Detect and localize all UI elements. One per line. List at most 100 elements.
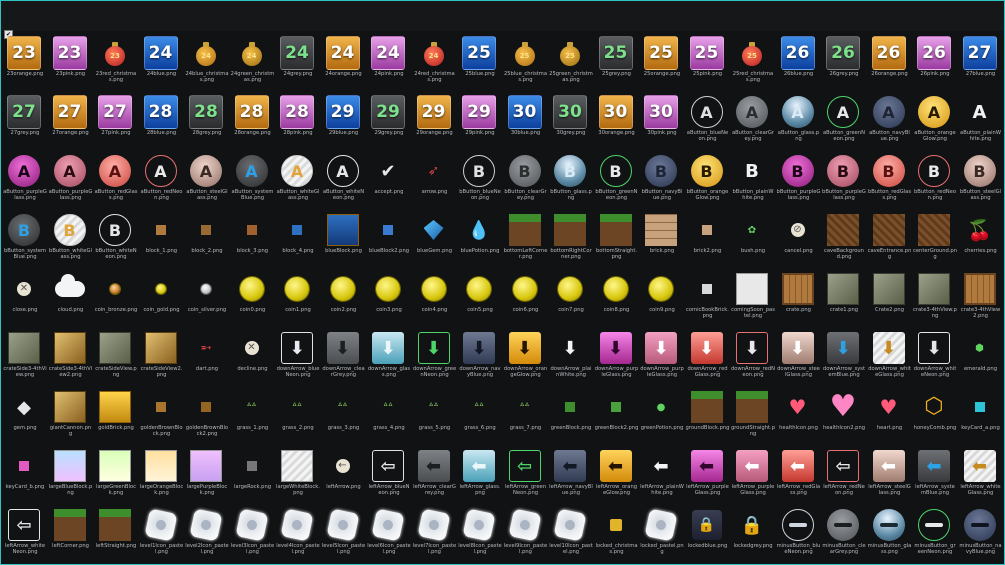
file-thumbnail-item[interactable]: block_1.png xyxy=(139,209,185,268)
file-thumbnail-item[interactable]: 30 30pink.png xyxy=(639,91,685,150)
file-thumbnail-item[interactable]: ← leftArrow.png xyxy=(321,445,367,504)
file-thumbnail-item[interactable]: BbButton_blueNeon.png xyxy=(457,150,503,209)
file-thumbnail-item[interactable]: keyCard_a.png xyxy=(958,386,1004,445)
file-thumbnail-item[interactable]: 24 24blue_christmas.png xyxy=(184,32,230,91)
file-thumbnail-item[interactable]: ⬅ leftArrow_systemBlue.png xyxy=(912,445,958,504)
file-thumbnail-item[interactable]: level2Icon_pastel.png xyxy=(184,504,230,563)
file-thumbnail-item[interactable]: ⬅ leftArrow_clearGrey.png xyxy=(412,445,458,504)
file-thumbnail-item[interactable]: 24 24blue.png xyxy=(139,32,185,91)
file-thumbnail-item[interactable]: centerGround.png xyxy=(912,209,958,268)
file-thumbnail-item[interactable]: ✕ decline.png xyxy=(230,327,276,386)
file-thumbnail-item[interactable]: 30 30blue.png xyxy=(503,91,549,150)
file-thumbnail-item[interactable]: 25 25blue.png xyxy=(457,32,503,91)
file-thumbnail-item[interactable]: 🍒 cherries.png xyxy=(958,209,1004,268)
file-thumbnail-item[interactable]: BbButton_whiteNeon.png xyxy=(93,209,139,268)
file-thumbnail-item[interactable]: ᐞᐞ grass_6.png xyxy=(457,386,503,445)
file-thumbnail-item[interactable]: BbButton_purpleGlass.png xyxy=(821,150,867,209)
file-thumbnail-item[interactable]: ⬅ leftArrow_steelGlass.png xyxy=(867,445,913,504)
file-thumbnail-item[interactable]: crate3-4thView.png xyxy=(912,268,958,327)
file-thumbnail-item[interactable]: 25 25blue_christmas.png xyxy=(503,32,549,91)
file-thumbnail-item[interactable]: AaButton_navyBlue.png xyxy=(867,91,913,150)
file-thumbnail-item[interactable]: 🔒 lockedgrey.png xyxy=(730,504,776,563)
file-thumbnail-item[interactable]: greenBlock2.png xyxy=(594,386,640,445)
file-thumbnail-item[interactable]: comingSoon_pastel.png xyxy=(730,268,776,327)
file-thumbnail-item[interactable]: 24 24pink.png xyxy=(366,32,412,91)
file-thumbnail-item[interactable]: BbButton_plainWhite.png xyxy=(730,150,776,209)
file-thumbnail-item[interactable]: 23 23orange.png xyxy=(2,32,48,91)
file-thumbnail-item[interactable]: blueBlock.png xyxy=(321,209,367,268)
file-thumbnail-item[interactable]: level3Icon_pastel.png xyxy=(230,504,276,563)
file-thumbnail-item[interactable]: ⬇ downArrow_plainWhite.png xyxy=(548,327,594,386)
file-thumbnail-item[interactable]: 26 26grey.png xyxy=(821,32,867,91)
file-thumbnail-item[interactable]: level1Icon_pastel.png xyxy=(139,504,185,563)
file-thumbnail-item[interactable]: minusButton_glass.png xyxy=(867,504,913,563)
file-thumbnail-item[interactable]: ➵ dart.png xyxy=(184,327,230,386)
file-thumbnail-item[interactable]: coin0.png xyxy=(230,268,276,327)
file-thumbnail-item[interactable]: ⬇ downArrow_systemBlue.png xyxy=(821,327,867,386)
file-thumbnail-item[interactable]: ⇦ leftArrow_greenNeon.png xyxy=(503,445,549,504)
file-thumbnail-item[interactable]: 25 25orange.png xyxy=(639,32,685,91)
file-thumbnail-item[interactable]: coin1.png xyxy=(275,268,321,327)
file-thumbnail-item[interactable]: AaButton_blueNeon.png xyxy=(685,91,731,150)
file-thumbnail-item[interactable]: coin3.png xyxy=(366,268,412,327)
file-thumbnail-item[interactable]: 🔒 lockedblue.png xyxy=(685,504,731,563)
file-thumbnail-item[interactable]: ➶ arrow.png xyxy=(412,150,458,209)
file-thumbnail-item[interactable]: AaButton_redGlass.png xyxy=(93,150,139,209)
file-thumbnail-item[interactable]: ⬇ downArrow_blueNeon.png xyxy=(275,327,321,386)
file-thumbnail-item[interactable]: BbButton_glass.png xyxy=(548,150,594,209)
file-thumbnail-item[interactable]: leftCorner.png xyxy=(48,504,94,563)
file-thumbnail-item[interactable]: block_3.png xyxy=(230,209,276,268)
file-thumbnail-item[interactable]: ⬅ leftArrow_whiteGlass.png xyxy=(958,445,1004,504)
file-thumbnail-item[interactable]: crateSideView2.png xyxy=(139,327,185,386)
file-thumbnail-item[interactable]: AaButton_steelGlass.png xyxy=(184,150,230,209)
file-thumbnail-item[interactable]: crateSideView.png xyxy=(93,327,139,386)
file-thumbnail-item[interactable]: ⬡ honeyComb.png xyxy=(912,386,958,445)
file-thumbnail-item[interactable]: AaButton_systemBlue.png xyxy=(230,150,276,209)
file-thumbnail-item[interactable]: ✿ bush.png xyxy=(730,209,776,268)
file-thumbnail-item[interactable]: goldenBrownBlock2.png xyxy=(184,386,230,445)
file-thumbnail-item[interactable]: AaButton_whiteGlass.png xyxy=(275,150,321,209)
file-thumbnail-item[interactable]: AaButton_glass.png xyxy=(776,91,822,150)
file-thumbnail-item[interactable]: 29 29pink.png xyxy=(457,91,503,150)
file-thumbnail-item[interactable]: ● greenPotion.png xyxy=(639,386,685,445)
file-thumbnail-item[interactable]: giantCannon.png xyxy=(48,386,94,445)
file-thumbnail-item[interactable]: ⇦ leftArrow_whiteNeon.png xyxy=(2,504,48,563)
file-thumbnail-item[interactable]: BbButton_steelGlass.png xyxy=(958,150,1004,209)
file-thumbnail-item[interactable]: ⬇ downArrow_purpleGlass.png xyxy=(594,327,640,386)
file-thumbnail-item[interactable]: BbButton_purpleGlass.png xyxy=(776,150,822,209)
file-thumbnail-item[interactable]: 25 25grey.png xyxy=(594,32,640,91)
file-thumbnail-item[interactable]: comicBookBrick.png xyxy=(685,268,731,327)
file-thumbnail-item[interactable]: 24 24orange.png xyxy=(321,32,367,91)
file-thumbnail-item[interactable]: caveBackground.png xyxy=(821,209,867,268)
file-thumbnail-item[interactable]: coin_gold.png xyxy=(139,268,185,327)
file-thumbnail-item[interactable]: blueBlock2.png xyxy=(366,209,412,268)
file-thumbnail-item[interactable]: 26 26pink.png xyxy=(912,32,958,91)
file-thumbnail-item[interactable]: ⬇ downArrow_steelGlass.png xyxy=(776,327,822,386)
file-thumbnail-item[interactable]: brick2.png xyxy=(685,209,731,268)
file-thumbnail-item[interactable]: ⬇ downArrow_redNeon.png xyxy=(730,327,776,386)
file-thumbnail-item[interactable]: minusButton_clearGrey.png xyxy=(821,504,867,563)
file-thumbnail-item[interactable]: 30 30grey.png xyxy=(548,91,594,150)
file-thumbnail-item[interactable]: coin6.png xyxy=(503,268,549,327)
file-thumbnail-item[interactable]: largeGreenBlock.png xyxy=(93,445,139,504)
file-thumbnail-item[interactable]: ⬇ downArrow_navyBlue.png xyxy=(457,327,503,386)
file-thumbnail-item[interactable]: ⬅ leftArrow_plainWhite.png xyxy=(639,445,685,504)
file-thumbnail-item[interactable]: ᐞᐞ grass_5.png xyxy=(412,386,458,445)
file-thumbnail-item[interactable]: ⬇ downArrow_orangeGlow.png xyxy=(503,327,549,386)
file-thumbnail-item[interactable]: ⬢ emerald.png xyxy=(958,327,1004,386)
file-thumbnail-item[interactable]: AaButton_orangeGlow.png xyxy=(912,91,958,150)
file-thumbnail-item[interactable]: caveEntrance.png xyxy=(867,209,913,268)
file-thumbnail-item[interactable]: ⬇ downArrow_clearGrey.png xyxy=(321,327,367,386)
file-thumbnail-item[interactable]: goldBrick.png xyxy=(93,386,139,445)
file-thumbnail-item[interactable]: 28 28grey.png xyxy=(184,91,230,150)
file-thumbnail-item[interactable]: largePurpleBlock.png xyxy=(184,445,230,504)
file-thumbnail-item[interactable]: level8Icon_pastel.png xyxy=(457,504,503,563)
file-thumbnail-item[interactable]: ᐞᐞ grass_4.png xyxy=(366,386,412,445)
file-thumbnail-item[interactable]: 24 24red_christmas.png xyxy=(412,32,458,91)
file-thumbnail-item[interactable]: largeWhiteBlock.png xyxy=(275,445,321,504)
file-thumbnail-item[interactable]: keyCard_b.png xyxy=(2,445,48,504)
file-thumbnail-item[interactable]: bottomStraight.png xyxy=(594,209,640,268)
file-thumbnail-item[interactable]: goldenBrownBlock.png xyxy=(139,386,185,445)
file-thumbnail-item[interactable]: ♥ healthIcon2.png xyxy=(821,386,867,445)
file-thumbnail-item[interactable]: 28 28blue.png xyxy=(139,91,185,150)
